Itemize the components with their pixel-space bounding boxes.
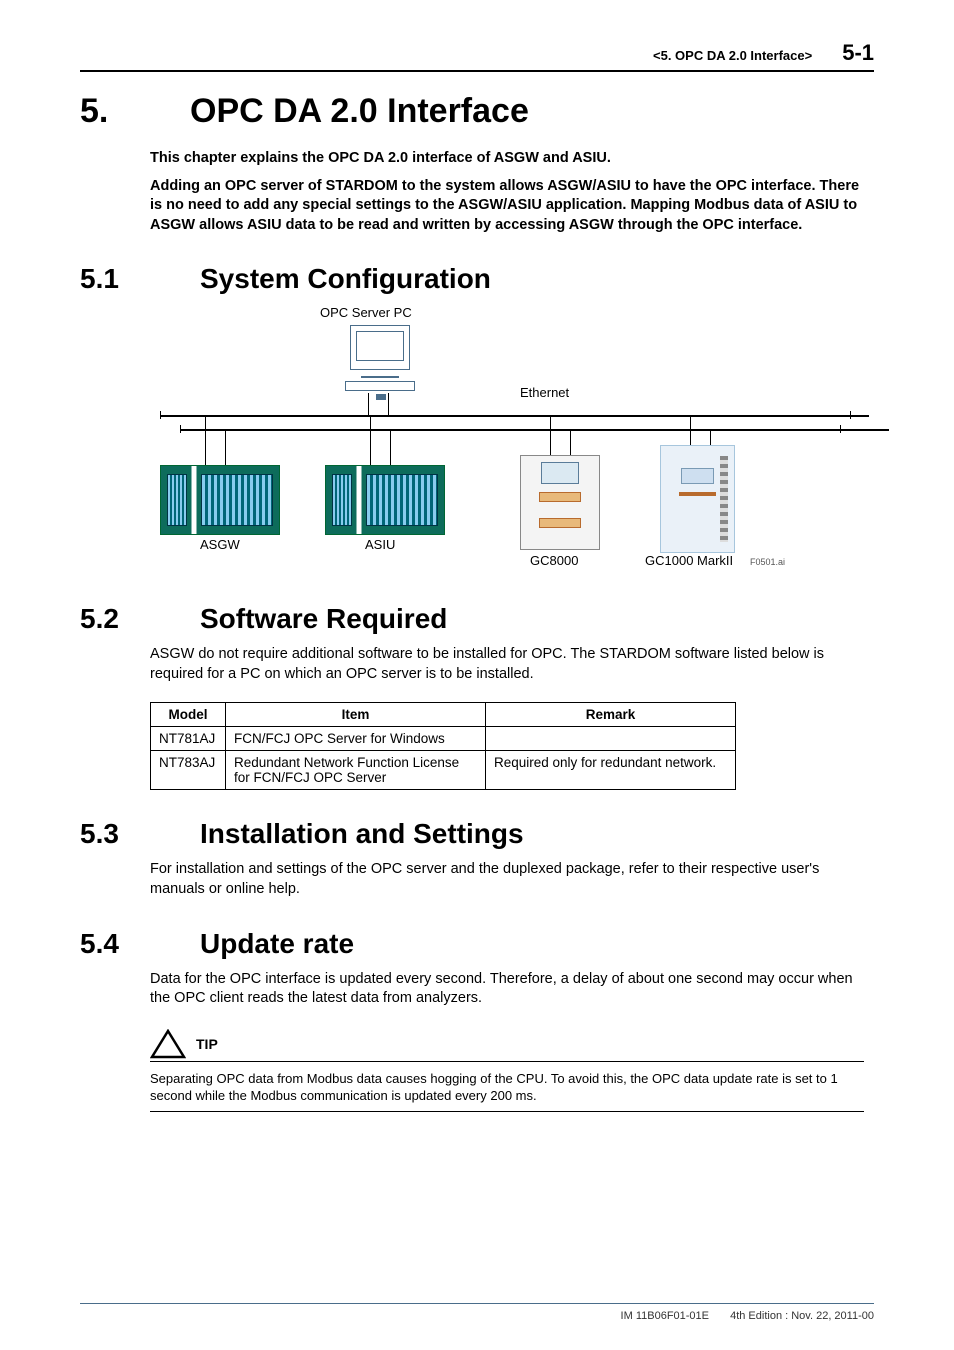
figure-label-gc1000: GC1000 MarkII — [645, 553, 733, 568]
section-number: 5.2 — [80, 603, 200, 635]
header-chapter-ref: <5. OPC DA 2.0 Interface> — [653, 48, 812, 63]
section-title: System Configuration — [200, 263, 491, 295]
section-number: 5.1 — [80, 263, 200, 295]
asgw-device-icon — [160, 465, 280, 535]
figure-label-asgw: ASGW — [200, 537, 240, 552]
opc-server-pc-icon — [350, 325, 410, 370]
cell-model: NT781AJ — [151, 727, 226, 751]
software-required-table: Model Item Remark NT781AJ FCN/FCJ OPC Se… — [150, 702, 736, 790]
chapter-title: OPC DA 2.0 Interface — [190, 92, 529, 131]
footer-doc-id: IM 11B06F01-01E — [621, 1310, 709, 1322]
section-5-1-heading: 5.1 System Configuration — [80, 263, 874, 295]
gc8000-device-icon — [520, 455, 600, 550]
intro-para-2: Adding an OPC server of STARDOM to the s… — [150, 177, 864, 236]
page-footer: IM 11B06F01-01E 4th Edition : Nov. 22, 2… — [80, 1303, 874, 1322]
chapter-heading: 5. OPC DA 2.0 Interface — [80, 92, 874, 131]
figure-label-ethernet: Ethernet — [520, 385, 569, 400]
warning-triangle-icon — [150, 1029, 186, 1059]
cell-remark — [486, 727, 736, 751]
footer-edition: 4th Edition : Nov. 22, 2011-00 — [730, 1310, 874, 1322]
section-number: 5.4 — [80, 928, 200, 960]
intro-para-1: This chapter explains the OPC DA 2.0 int… — [150, 149, 864, 169]
table-row: NT783AJ Redundant Network Function Licen… — [151, 751, 736, 790]
system-config-figure: OPC Server PC Ethernet ASGW — [150, 305, 874, 575]
asiu-device-icon — [325, 465, 445, 535]
section-5-3-heading: 5.3 Installation and Settings — [80, 818, 874, 850]
section-5-4-heading: 5.4 Update rate — [80, 928, 874, 960]
th-item: Item — [226, 703, 486, 727]
page-header: <5. OPC DA 2.0 Interface> 5-1 — [80, 40, 874, 72]
tip-label: TIP — [196, 1036, 218, 1052]
header-page-number: 5-1 — [842, 40, 874, 66]
section-title: Update rate — [200, 928, 354, 960]
th-remark: Remark — [486, 703, 736, 727]
figure-label-gc8000: GC8000 — [530, 553, 578, 568]
page-container: <5. OPC DA 2.0 Interface> 5-1 5. OPC DA … — [0, 0, 954, 1142]
th-model: Model — [151, 703, 226, 727]
section-5-2-heading: 5.2 Software Required — [80, 603, 874, 635]
section-title: Software Required — [200, 603, 447, 635]
tip-body: Separating OPC data from Modbus data cau… — [150, 1068, 864, 1112]
cell-item: FCN/FCJ OPC Server for Windows — [226, 727, 486, 751]
cell-item: Redundant Network Function License for F… — [226, 751, 486, 790]
table-row: NT781AJ FCN/FCJ OPC Server for Windows — [151, 727, 736, 751]
table-header-row: Model Item Remark — [151, 703, 736, 727]
figure-label-asiu: ASIU — [365, 537, 395, 552]
opc-server-pc-base-icon — [345, 381, 415, 391]
section-number: 5.3 — [80, 818, 200, 850]
section-title: Installation and Settings — [200, 818, 524, 850]
cell-model: NT783AJ — [151, 751, 226, 790]
section-5-3-para: For installation and settings of the OPC… — [150, 860, 864, 899]
tip-block: TIP Separating OPC data from Modbus data… — [150, 1029, 864, 1112]
figure-label-opc-pc: OPC Server PC — [320, 305, 412, 320]
cell-remark: Required only for redundant network. — [486, 751, 736, 790]
figure-id: F0501.ai — [750, 557, 785, 567]
section-5-4-para: Data for the OPC interface is updated ev… — [150, 970, 864, 1009]
section-5-2-para: ASGW do not require additional software … — [150, 645, 864, 684]
chapter-number: 5. — [80, 92, 190, 131]
gc1000-device-icon — [660, 445, 735, 553]
